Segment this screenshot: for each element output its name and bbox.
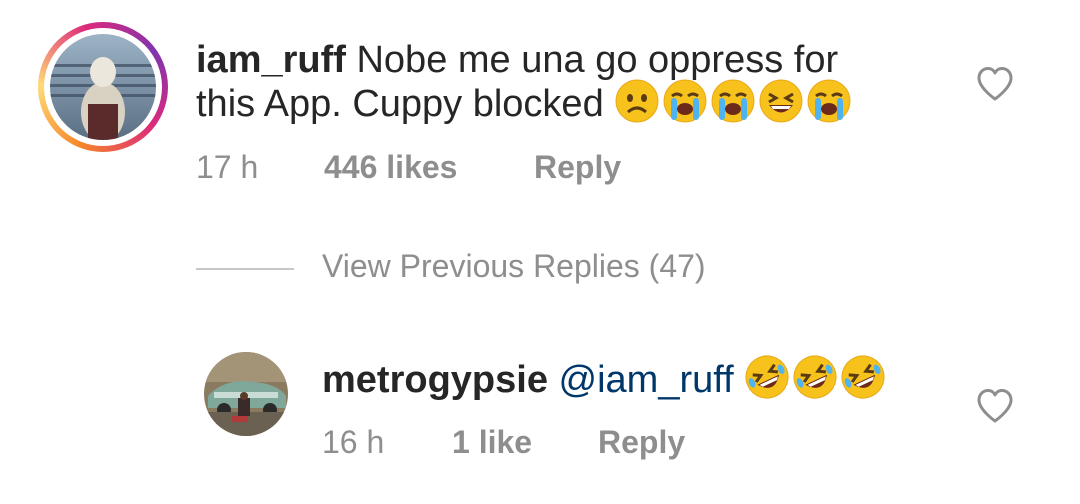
avatar[interactable]: [50, 34, 156, 140]
reply-username[interactable]: metrogypsie: [322, 359, 548, 401]
reply-line: metrogypsie @iam_ruff: [322, 354, 888, 414]
reply-time: 16 h: [322, 424, 385, 460]
rolling-on-floor-laughing-icon: [744, 354, 790, 414]
rolling-on-floor-laughing-icon: [792, 354, 838, 414]
comment-username[interactable]: iam_ruff: [196, 39, 346, 81]
reply-avatar-image: [204, 352, 288, 436]
comment-likes[interactable]: 446 likes: [324, 149, 457, 186]
story-ring[interactable]: [38, 22, 168, 152]
loudly-crying-face-icon: [662, 78, 708, 138]
reply-likes[interactable]: 1 like: [452, 424, 532, 461]
reply-reply-button[interactable]: Reply: [598, 424, 685, 461]
comment-reply-button[interactable]: Reply: [534, 149, 621, 186]
avatar-image: [50, 34, 156, 140]
reply-avatar[interactable]: [204, 352, 288, 436]
loudly-crying-face-icon: [806, 78, 852, 138]
reply-mention[interactable]: @iam_ruff: [559, 359, 734, 401]
comment-time: 17 h: [196, 149, 259, 185]
rolling-on-floor-laughing-icon: [840, 354, 886, 414]
loudly-crying-face-icon: [710, 78, 756, 138]
view-previous-replies-button[interactable]: View Previous Replies (47): [322, 248, 706, 285]
replies-divider: [196, 268, 294, 270]
comment-line-2: this App. Cuppy blocked: [196, 78, 854, 138]
grinning-squinting-face-icon: [758, 78, 804, 138]
comment-text-line1: Nobe me una go oppress for: [356, 39, 839, 81]
like-heart-icon[interactable]: [976, 66, 1014, 102]
comment-text-line2: this App. Cuppy blocked: [196, 83, 604, 125]
worried-face-icon: [614, 78, 660, 138]
story-ring-gap: [44, 28, 162, 146]
reply-like-heart-icon[interactable]: [976, 388, 1014, 424]
